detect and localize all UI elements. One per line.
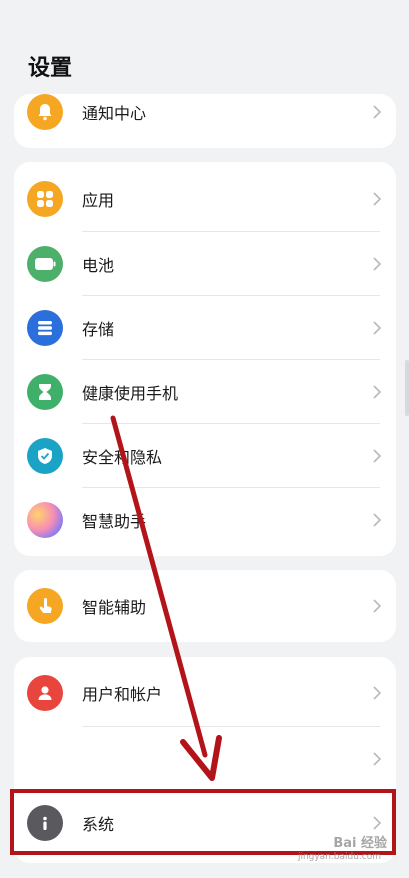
assistant-orb-icon: [27, 502, 63, 538]
status-strip: [0, 0, 409, 8]
chevron-right-icon: [373, 257, 382, 271]
settings-item-accessibility[interactable]: 智能辅助: [14, 574, 396, 638]
storage-icon: [27, 310, 63, 346]
settings-item-storage[interactable]: 存储: [14, 296, 396, 360]
chevron-right-icon: [373, 599, 382, 613]
page-title: 设置: [28, 56, 73, 81]
settings-item-label: 安全和隐私: [82, 448, 163, 467]
chevron-right-icon: [373, 385, 382, 399]
settings-group-device: 应用 电池 存储 健康使用手机 安全和隐私 智慧助手: [14, 162, 396, 556]
watermark-logo: Bai 经验: [333, 836, 387, 851]
settings-item-label: 系统: [82, 815, 115, 834]
chevron-right-icon: [373, 686, 382, 700]
chevron-right-icon: [373, 513, 382, 527]
settings-item-label: 健康使用手机: [82, 384, 179, 403]
settings-item-label: 智慧助手: [82, 512, 147, 531]
touch-hand-icon: [27, 588, 63, 624]
hourglass-icon: [27, 374, 63, 410]
apps-grid-icon: [27, 181, 63, 217]
settings-item-label: 电池: [82, 256, 115, 275]
chevron-right-icon: [373, 449, 382, 463]
settings-item-label: 存储: [82, 320, 115, 339]
settings-item-apps[interactable]: 应用: [14, 167, 396, 231]
settings-item-label: 应用: [82, 191, 115, 210]
settings-item-battery[interactable]: 电池: [14, 232, 396, 296]
chevron-right-icon: [373, 105, 382, 119]
info-icon: [27, 805, 63, 841]
chevron-right-icon: [373, 816, 382, 830]
settings-group-notifications: 通知中心: [14, 94, 396, 148]
scroll-edge-handle: [405, 360, 409, 416]
settings-item-label: 通知中心: [82, 104, 147, 123]
bell-icon: [27, 94, 63, 130]
settings-item-notification-center[interactable]: 通知中心: [14, 94, 396, 144]
user-icon: [27, 675, 63, 711]
settings-item-hidden[interactable]: [14, 727, 396, 791]
chevron-right-icon: [373, 321, 382, 335]
chevron-right-icon: [373, 192, 382, 206]
settings-item-users-accounts[interactable]: 用户和帐户: [14, 661, 396, 725]
settings-item-label: 用户和帐户: [82, 685, 163, 704]
settings-item-digital-balance[interactable]: 健康使用手机: [14, 360, 396, 424]
settings-group-accessibility: 智能辅助: [14, 570, 396, 642]
settings-item-smart-assistant[interactable]: 智慧助手: [14, 488, 396, 552]
settings-item-security-privacy[interactable]: 安全和隐私: [14, 424, 396, 488]
battery-icon: [27, 246, 63, 282]
chevron-right-icon: [373, 752, 382, 766]
watermark-url: jingyan.baidu.com: [297, 852, 381, 862]
shield-check-icon: [27, 438, 63, 474]
settings-item-label: 智能辅助: [82, 598, 147, 617]
